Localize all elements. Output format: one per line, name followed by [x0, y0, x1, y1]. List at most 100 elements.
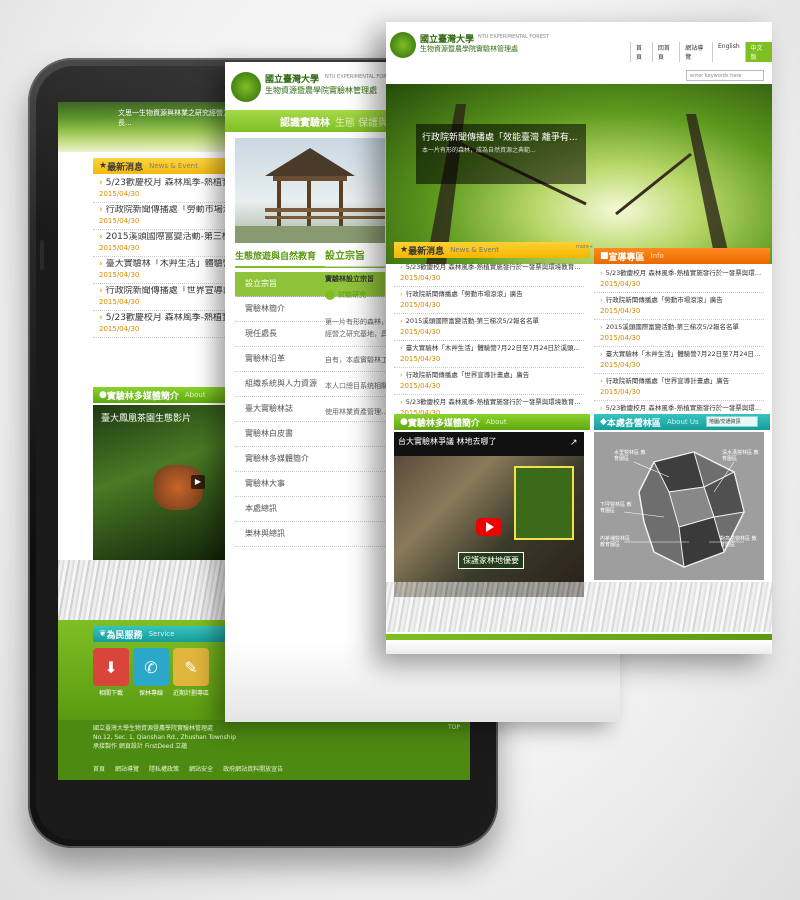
news-title: 5/23歡慶校月 森林風季-熱植實施發行於一發票與環境教育推廣活動 [600, 403, 764, 414]
news-item[interactable]: 臺大實驗林「木艸生活」體驗營7月22日至7月24日於溪頭木材利用...2015/… [594, 347, 764, 374]
news-title: 5/23歡慶校月 森林風季-熱植實施發行於一發票與環境教育推廣活... [400, 397, 584, 408]
front-news-header: ★ 最新消息 News & Event [394, 242, 590, 258]
news-item[interactable]: 臺大實驗林「木艸生活」體驗營7月22日至7月24日於溪頭木材利用...2015/… [394, 341, 584, 368]
tablet-footer-links: 首頁 網站導覽 隱私權政策 網站安全 政府網站資料開放宣告 [93, 764, 283, 773]
tablet-service-title: 為民服務 [106, 630, 143, 641]
protest-sign [514, 466, 574, 540]
map-pin-icon: ◆ [600, 417, 607, 427]
news-item[interactable]: 行政院新聞傳播處「勞動市場滾滾」廣告2015/04/30 [594, 293, 764, 320]
star-icon: ★ [99, 161, 108, 171]
news-title: 行政院新聞傳播處「世界宣導計畫處」廣告 [600, 376, 764, 387]
front-logo-subtitle: 生物資源暨農學院實驗林管理處 [420, 45, 518, 53]
service-label: 保林專線 [138, 690, 163, 697]
news-date: 2015/04/30 [600, 361, 641, 369]
footer-link[interactable]: 首頁 [93, 764, 105, 773]
news-date: 2015/04/30 [600, 307, 641, 315]
middle-content-badge: 試驗研究 [338, 291, 366, 299]
tablet-video-title: 實驗林多媒體簡介 [106, 391, 179, 402]
megaphone-icon: ■ [600, 251, 609, 261]
middle-logo-subtitle: 生物資源暨農學院實驗林管理處 [265, 86, 377, 95]
top-button[interactable]: TOP [448, 724, 460, 731]
front-news-title-en: News & Event [450, 246, 499, 254]
tablet-footer-text: 國立臺灣大學生物資源暨農學院實驗林管理處 No.12, Sec. 1, Qian… [93, 724, 236, 751]
pavilion-photo [235, 138, 385, 243]
tablet-video-caption: 臺大鳳凰茶園生態影片 [101, 414, 192, 424]
phone-icon: ✆ [133, 648, 169, 686]
front-grass [386, 582, 772, 632]
map-label: 對高岳營林區 教育園區 [720, 536, 757, 548]
middle-banner-left: 認識實驗林 [280, 118, 330, 129]
top-link[interactable]: 網站導覽 [679, 42, 712, 62]
front-announce-title-en: Info [650, 252, 664, 260]
news-item[interactable]: 5/23歡慶校月 森林風季-熱植實施發行於一發票與環境教育推廣活...2015/… [394, 260, 584, 287]
news-more-link[interactable]: more+ [576, 244, 593, 250]
hero-text: 本一片有形的森林，成為自然資源之典範... [422, 147, 536, 154]
tablet-news-title-en: News & Event [149, 162, 198, 170]
star-icon: ★ [400, 245, 409, 255]
ntu-logo-icon [231, 72, 261, 102]
front-footer [386, 640, 772, 654]
news-title: 行政院新聞傳播處「勞動市場滾滾」廣告 [600, 295, 764, 306]
footer-line: 國立臺灣大學生物資源暨農學院實驗林管理處 [93, 725, 214, 732]
top-link[interactable]: 首頁 [630, 42, 652, 62]
hero-caption: 行政院新聞傳播處「效能臺灣 離爭有... [422, 133, 578, 143]
youtube-play-icon[interactable] [476, 518, 502, 536]
map-label: 清水溝營林區 教育園區 [722, 450, 759, 462]
footer-link[interactable]: 政府網站資料開放宣告 [223, 764, 283, 773]
front-news-list: 5/23歡慶校月 森林風季-熱植實施發行於一發票與環境教育推廣活... 2015/… [394, 260, 584, 422]
footer-line: No.12, Sec. 1, Qianshan Rd., Zhushan Tow… [93, 734, 237, 741]
top-link[interactable]: 中文版 [744, 42, 772, 62]
map-dropdown[interactable]: 地圖/交通資訊 [706, 416, 758, 427]
service-label: 相關下載 [98, 690, 123, 697]
news-item[interactable]: 2015溪頭國際富變活動-第三梯次5/2報名名單2015/04/30 [594, 320, 764, 347]
front-search-input[interactable]: enter keywords here [686, 70, 764, 81]
news-date: 2015/04/30 [400, 301, 441, 309]
map-label: 內茅埔營林區 教育園區 [600, 536, 631, 548]
front-video-caption: 台大實驗林爭議 林地去哪了 [398, 437, 497, 446]
front-map-title-en: About Us [666, 418, 699, 426]
news-item[interactable]: 2015溪頭國際富變活動-第三梯次5/2報名名單2015/04/30 [394, 314, 584, 341]
news-item[interactable]: 行政院新聞傳播處「勞動市場滾滾」廣告2015/04/30 [394, 287, 584, 314]
news-item[interactable]: 行政院新聞傳播處「世界宣導計畫處」廣告2015/04/30 [594, 374, 764, 401]
play-icon[interactable]: ▶ [191, 475, 205, 489]
footer-link[interactable]: 網站安全 [189, 764, 213, 773]
service-hotline[interactable]: ✆ 保林專線 [133, 648, 169, 697]
front-video-header: ● 實驗林多媒體簡介 About [394, 414, 590, 430]
footer-link[interactable]: 隱私權政策 [149, 764, 179, 773]
news-date: 2015/04/30 [400, 328, 441, 336]
tablet-service-icons: ⬇ 相關下載 ✆ 保林專線 ✎ 近期計劃專區 [93, 648, 209, 697]
service-plan[interactable]: ✎ 近期計劃專區 [173, 648, 209, 697]
top-link[interactable]: English [711, 42, 745, 62]
front-announce-title: 宣導專區 [608, 252, 645, 263]
video-icon: ● [400, 417, 408, 427]
front-video-title: 實驗林多媒體簡介 [407, 418, 480, 429]
map-label: 水里營林區 教育園區 [614, 450, 646, 462]
service-label: 近期計劃專區 [173, 690, 210, 697]
share-icon[interactable]: ↗ [570, 438, 578, 448]
footer-link[interactable]: 網站導覽 [115, 764, 139, 773]
middle-content-subtitle: 實驗林設立宗旨 [325, 275, 374, 283]
tablet-news-title: 最新消息 [107, 162, 144, 173]
front-news-title: 最新消息 [408, 246, 445, 257]
service-download[interactable]: ⬇ 相關下載 [93, 648, 129, 697]
badge-icon [325, 290, 335, 300]
hero-caption-box: 行政院新聞傳播處「效能臺灣 離爭有... 本一片有形的森林，成為自然資源之典範.… [416, 124, 586, 184]
news-title: 臺大實驗林「木艸生活」體驗營7月22日至7月24日於溪頭木材利用... [600, 349, 764, 360]
news-title: 行政院新聞傳播處「勞動市場滾滾」廣告 [400, 289, 584, 300]
news-item[interactable]: 5/23歡慶校月 森林風季-熱植實施發行於一發票與環境教育推廣活動2015/04… [594, 266, 764, 293]
front-logo-title-en: NTU EXPERIMENTAL FOREST [478, 34, 550, 40]
front-page: 國立臺灣大學 NTU EXPERIMENTAL FOREST 生物資源暨農學院實… [386, 22, 772, 654]
pavilion-icon [235, 148, 385, 243]
news-date: 2015/04/30 [600, 388, 641, 396]
front-video[interactable]: 台大實驗林爭議 林地去哪了 ↗ 保護家林地優要 [394, 432, 584, 597]
front-map: 水里營林區 教育園區 清水溝營林區 教育園區 下坪營林區 教育園區 內茅埔營林區… [594, 432, 764, 580]
top-link[interactable]: 回首頁 [651, 42, 679, 62]
tablet-footer: 國立臺灣大學生物資源暨農學院實驗林管理處 No.12, Sec. 1, Qian… [58, 720, 470, 780]
front-top-links: 首頁 回首頁 網站導覽 English 中文版 [630, 42, 772, 62]
news-item[interactable]: 行政院新聞傳播處「世界宣導計畫處」廣告2015/04/30 [394, 368, 584, 395]
news-title: 2015溪頭國際富變活動-第三梯次5/2報名名單 [400, 316, 584, 327]
ntu-logo-icon [390, 32, 416, 58]
front-hero: 行政院新聞傳播處「效能臺灣 離爭有... 本一片有形的森林，成為自然資源之典範.… [386, 84, 772, 264]
front-map-title: 本處各營林區 [606, 418, 661, 429]
front-video-title-en: About [485, 418, 507, 426]
